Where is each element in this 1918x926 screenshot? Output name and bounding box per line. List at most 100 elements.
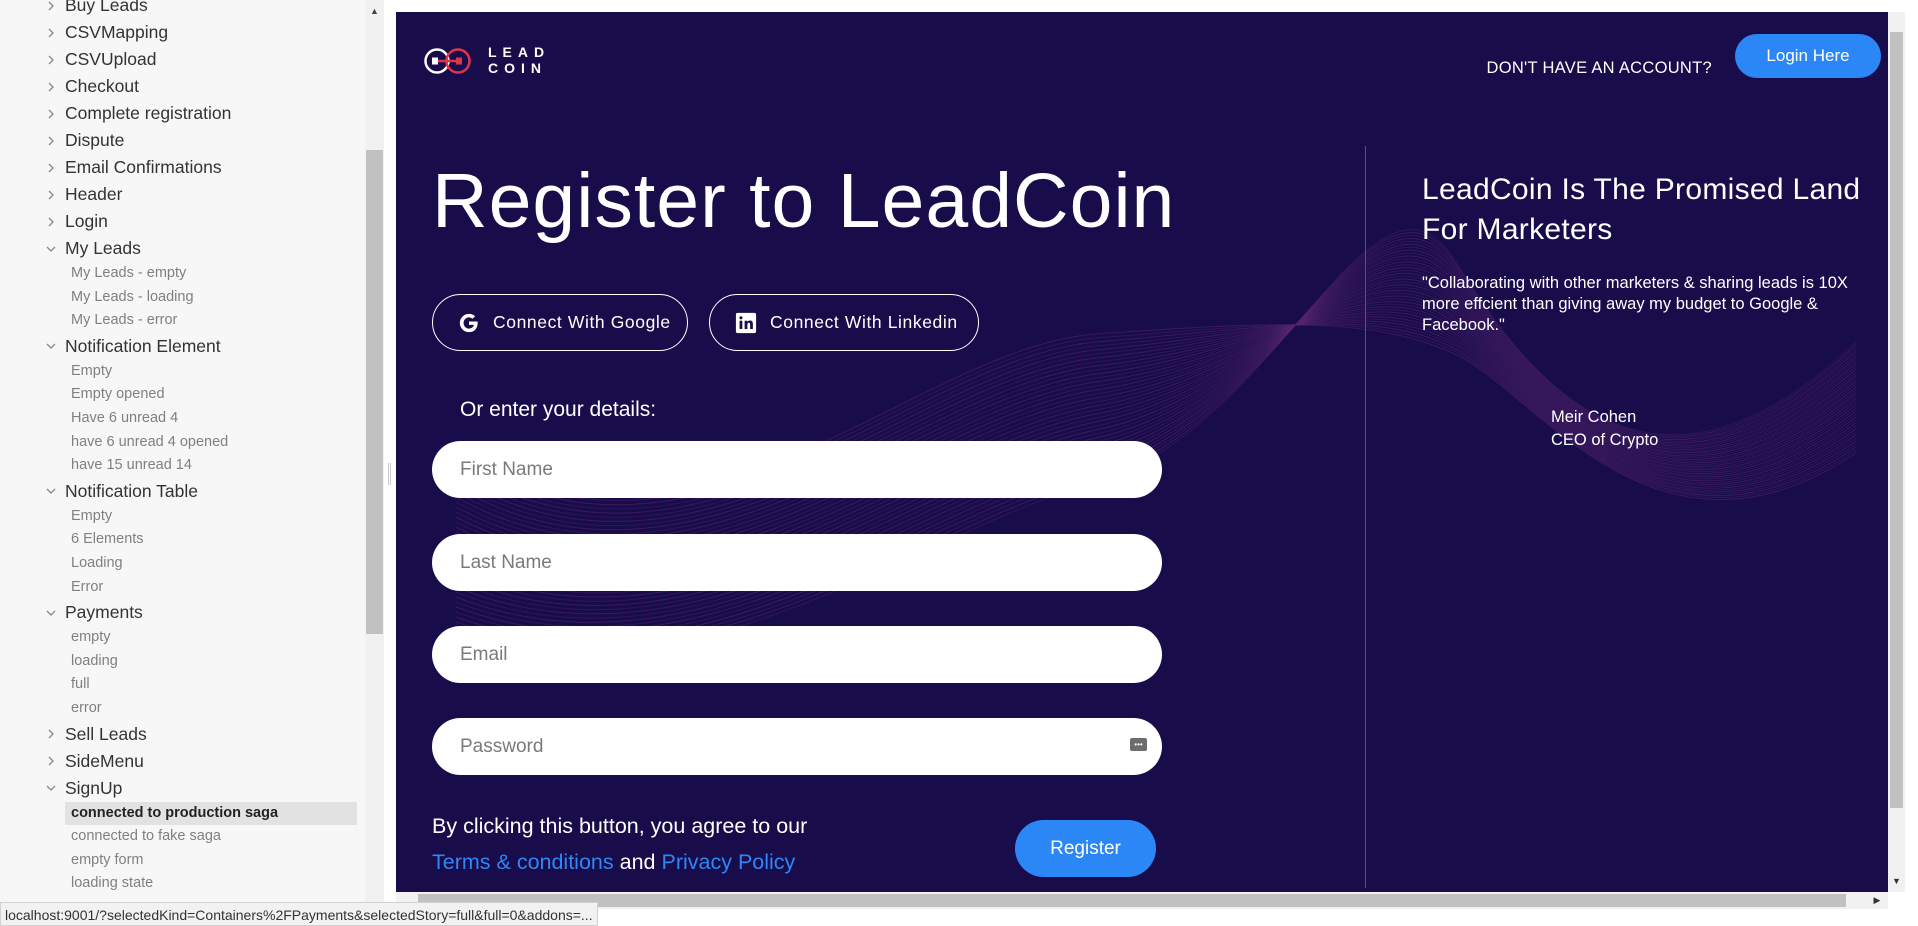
sidebar-group[interactable]: Notification Table	[0, 478, 365, 505]
scroll-up-arrow-icon[interactable]: ▲	[365, 2, 384, 20]
sidebar-group[interactable]: My Leads	[0, 235, 365, 262]
sidebar-story[interactable]: have 6 unread 4 opened	[0, 431, 365, 455]
linkedin-icon	[734, 311, 758, 335]
sidebar-story[interactable]: full	[0, 673, 365, 697]
sidebar-story[interactable]: empty form	[0, 849, 365, 873]
connect-linkedin-button[interactable]: Connect With Linkedin	[709, 294, 979, 351]
preview-horizontal-scrollbar-thumb[interactable]	[418, 894, 1846, 907]
quote-author-name: Meir Cohen	[1551, 408, 1637, 426]
chevron-right-icon	[44, 19, 58, 46]
sidebar-group[interactable]: Checkout	[0, 73, 365, 100]
preview-vertical-scrollbar-thumb[interactable]	[1890, 32, 1903, 808]
sidebar-group-label: Complete registration	[65, 103, 232, 123]
chevron-down-icon	[44, 333, 58, 360]
password-manager-icon[interactable]: •••	[1130, 738, 1147, 751]
sidebar-story[interactable]: Empty opened	[0, 383, 365, 407]
chevron-right-icon	[44, 46, 58, 73]
chevron-right-icon	[44, 0, 58, 19]
sidebar-group-label: My Leads	[65, 238, 141, 258]
sidebar-group-label: Notification Element	[65, 335, 221, 356]
sidebar-group[interactable]: Header	[0, 181, 365, 208]
sidebar-story[interactable]: Empty	[0, 360, 365, 384]
sidebar-story[interactable]: Empty	[0, 505, 365, 529]
chevron-down-icon	[44, 775, 58, 802]
first-name-field[interactable]	[432, 441, 1162, 498]
email-field[interactable]	[432, 626, 1162, 683]
promo-title: LeadCoin Is The Promised Land For Market…	[1422, 173, 1861, 246]
sidebar-story[interactable]: error	[0, 697, 365, 721]
logo-text-line2: COIN	[488, 60, 547, 76]
sidebar-group[interactable]: Complete registration	[0, 100, 365, 127]
sidebar-group-label: CSVMapping	[65, 22, 169, 42]
scroll-right-arrow-icon[interactable]: ▶	[1868, 892, 1886, 909]
sidebar-group[interactable]: Notification Element	[0, 333, 365, 360]
login-here-button[interactable]: Login Here	[1735, 34, 1881, 78]
terms-conditions-link[interactable]: Terms & conditions	[432, 850, 614, 874]
chevron-right-icon	[44, 721, 58, 748]
sidebar-story-selected[interactable]: connected to production saga	[65, 801, 357, 826]
sidebar-group-label: CSVUpload	[65, 49, 157, 69]
chevron-right-icon	[44, 73, 58, 100]
storybook-sidebar: Buy Leads CSVMapping CSVUpload Checkout Comp…	[0, 0, 384, 926]
or-enter-details-label: Or enter your details:	[460, 398, 657, 421]
sidebar-story[interactable]: Error	[0, 576, 365, 600]
sidebar-group[interactable]: Login	[0, 208, 365, 235]
sidebar-group[interactable]: Payments	[0, 599, 365, 626]
panel-resizer[interactable]	[384, 0, 396, 926]
promo-quote: "Collaborating with other marketers & sh…	[1422, 274, 1848, 334]
no-account-text: DON'T HAVE AN ACCOUNT?	[1486, 59, 1712, 77]
sidebar-group-label: Dispute	[65, 130, 125, 150]
status-bar-url: localhost:9001/?selectedKind=Containers%…	[0, 902, 598, 926]
sidebar-group[interactable]: Email Confirmations	[0, 154, 365, 181]
sidebar-group[interactable]: Buy Leads	[0, 0, 365, 19]
sidebar-story[interactable]: Loading	[0, 552, 365, 576]
vertical-divider	[1365, 146, 1366, 888]
sidebar-group-label: SideMenu	[65, 750, 144, 771]
sidebar-group[interactable]: Sell Leads	[0, 721, 365, 748]
sidebar-group-label: Buy Leads	[65, 0, 148, 15]
sidebar-group[interactable]: CSVMapping	[0, 19, 365, 46]
quote-author-role: CEO of Crypto	[1551, 431, 1659, 449]
register-button[interactable]: Register	[1015, 820, 1156, 877]
sidebar-story[interactable]: My Leads - empty	[0, 262, 365, 286]
sidebar-group-label: Header	[65, 184, 123, 204]
sidebar-group-label: Login	[65, 211, 108, 231]
sidebar-group[interactable]: Dispute	[0, 127, 365, 154]
story-tree: Buy Leads CSVMapping CSVUpload Checkout Comp…	[0, 0, 365, 896]
logo-text-line1: LEAD	[488, 44, 551, 60]
sidebar-story[interactable]: have 15 unread 14	[0, 454, 365, 478]
terms-and-text: and	[619, 850, 656, 874]
sidebar-group[interactable]: CSVUpload	[0, 46, 365, 73]
connect-linkedin-label: Connect With Linkedin	[770, 312, 958, 332]
chevron-right-icon	[44, 208, 58, 235]
privacy-policy-link[interactable]: Privacy Policy	[661, 850, 795, 874]
scroll-down-arrow-icon[interactable]: ▼	[1888, 872, 1905, 890]
google-icon	[457, 311, 481, 335]
sidebar-story[interactable]: Have 6 unread 4	[0, 407, 365, 431]
sidebar-story[interactable]: connected to fake saga	[0, 825, 365, 849]
sidebar-group[interactable]: SideMenu	[0, 748, 365, 775]
sidebar-story[interactable]: loading	[0, 650, 365, 674]
story-preview: LEAD COIN DON'T HAVE AN ACCOUNT? Login H…	[396, 12, 1888, 892]
chevron-down-icon	[44, 599, 58, 626]
sidebar-story[interactable]: 6 Elements	[0, 528, 365, 552]
sidebar-group-label: Notification Table	[65, 480, 198, 501]
chevron-right-icon	[44, 181, 58, 208]
chevron-right-icon	[44, 127, 58, 154]
chevron-right-icon	[44, 154, 58, 181]
last-name-field[interactable]	[432, 534, 1162, 591]
sidebar-story[interactable]: loading state	[0, 872, 365, 896]
chevron-down-icon	[44, 478, 58, 505]
resize-grip-icon	[388, 463, 391, 485]
connect-google-button[interactable]: Connect With Google	[432, 294, 688, 351]
password-field[interactable]	[432, 718, 1162, 775]
sidebar-story[interactable]: My Leads - error	[0, 309, 365, 333]
terms-text: By clicking this button, you agree to ou…	[432, 814, 808, 838]
sidebar-story[interactable]: empty	[0, 626, 365, 650]
sidebar-group-label: Sell Leads	[65, 723, 147, 744]
terms-links-line: Terms & conditions and Privacy Policy	[432, 850, 795, 875]
sidebar-story[interactable]: My Leads - loading	[0, 286, 365, 310]
sidebar-scrollbar-thumb[interactable]	[366, 150, 383, 634]
sidebar-group[interactable]: SignUp	[0, 775, 365, 802]
chevron-right-icon	[44, 100, 58, 127]
